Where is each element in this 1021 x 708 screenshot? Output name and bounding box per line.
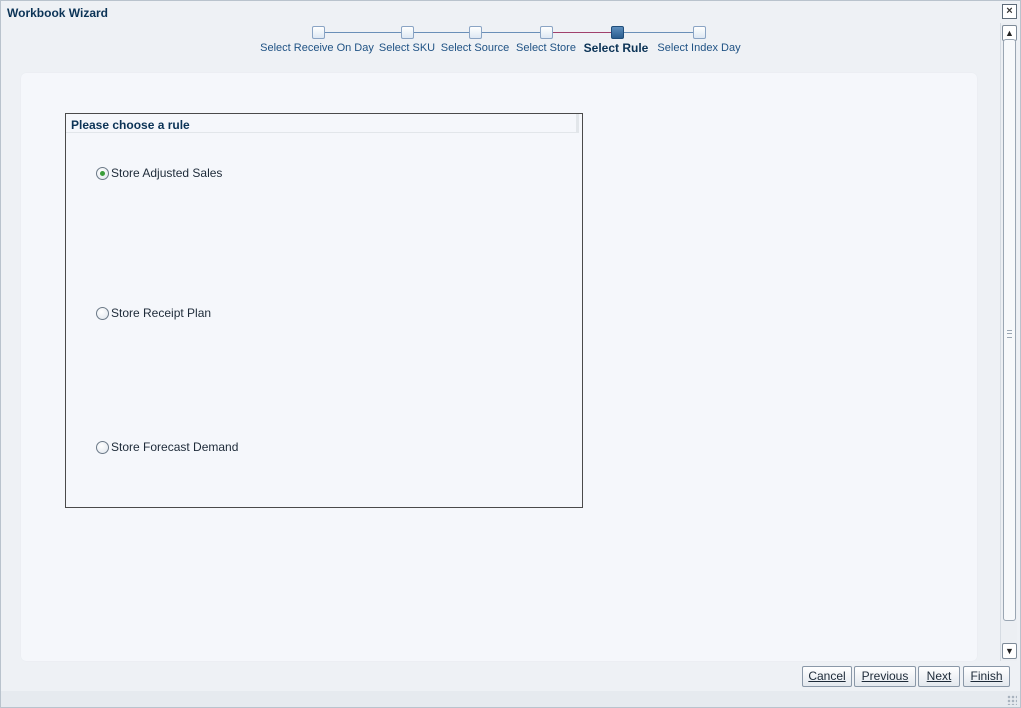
radio-label[interactable]: Store Receipt Plan bbox=[111, 306, 211, 320]
train-stop-index-day[interactable] bbox=[693, 26, 706, 39]
previous-button[interactable]: Previous bbox=[854, 666, 916, 687]
rule-choice-box: Please choose a rule Store Adjusted Sale… bbox=[65, 113, 583, 508]
train-label-source[interactable]: Select Source bbox=[441, 42, 509, 54]
train-stop-rule bbox=[611, 26, 624, 39]
status-bar bbox=[1, 691, 1020, 707]
rule-box-header: Please choose a rule bbox=[66, 114, 579, 133]
radio-option-store-adjusted-sales[interactable]: Store Adjusted Sales bbox=[96, 166, 222, 180]
resize-grip-icon[interactable] bbox=[1007, 695, 1017, 705]
cancel-button[interactable]: Cancel bbox=[802, 666, 852, 687]
train-label-index-day[interactable]: Select Index Day bbox=[657, 42, 740, 54]
scroll-down-icon[interactable]: ▼ bbox=[1002, 643, 1017, 659]
train-stop-receive-on-day[interactable] bbox=[312, 26, 325, 39]
train-connector-active bbox=[546, 32, 617, 33]
finish-button[interactable]: Finish bbox=[963, 666, 1010, 687]
train-connector bbox=[617, 32, 699, 33]
train-stop-sku[interactable] bbox=[401, 26, 414, 39]
train-label-rule: Select Rule bbox=[583, 41, 649, 55]
vertical-scrollbar[interactable]: ▲ ▼ bbox=[1000, 23, 1017, 661]
train-stop-store[interactable] bbox=[540, 26, 553, 39]
train-stop-source[interactable] bbox=[469, 26, 482, 39]
content-panel: Please choose a rule Store Adjusted Sale… bbox=[21, 73, 977, 661]
radio-label[interactable]: Store Forecast Demand bbox=[111, 440, 238, 454]
grip-icon bbox=[1007, 330, 1012, 338]
train-connector bbox=[318, 32, 407, 33]
train-label-sku[interactable]: Select SKU bbox=[379, 42, 435, 54]
next-button[interactable]: Next bbox=[918, 666, 960, 687]
window-title: Workbook Wizard bbox=[7, 6, 109, 20]
scroll-thumb[interactable] bbox=[1003, 39, 1016, 621]
train-connector bbox=[407, 32, 475, 33]
radio-button[interactable] bbox=[96, 306, 109, 320]
train-label-receive-on-day[interactable]: Select Receive On Day bbox=[260, 42, 374, 54]
rule-box-title: Please choose a rule bbox=[71, 118, 190, 132]
radio-button[interactable] bbox=[96, 166, 109, 180]
radio-option-store-forecast-demand[interactable]: Store Forecast Demand bbox=[96, 440, 238, 454]
train-label-store[interactable]: Select Store bbox=[516, 42, 576, 54]
workbook-wizard-window: Workbook Wizard × Select Receive On Day … bbox=[0, 0, 1021, 708]
radio-option-store-receipt-plan[interactable]: Store Receipt Plan bbox=[96, 306, 211, 320]
wizard-train: Select Receive On Day Select SKU Select … bbox=[1, 25, 1001, 65]
train-connector bbox=[475, 32, 546, 33]
radio-label[interactable]: Store Adjusted Sales bbox=[111, 166, 222, 180]
radio-button[interactable] bbox=[96, 440, 109, 454]
close-icon[interactable]: × bbox=[1002, 4, 1017, 19]
